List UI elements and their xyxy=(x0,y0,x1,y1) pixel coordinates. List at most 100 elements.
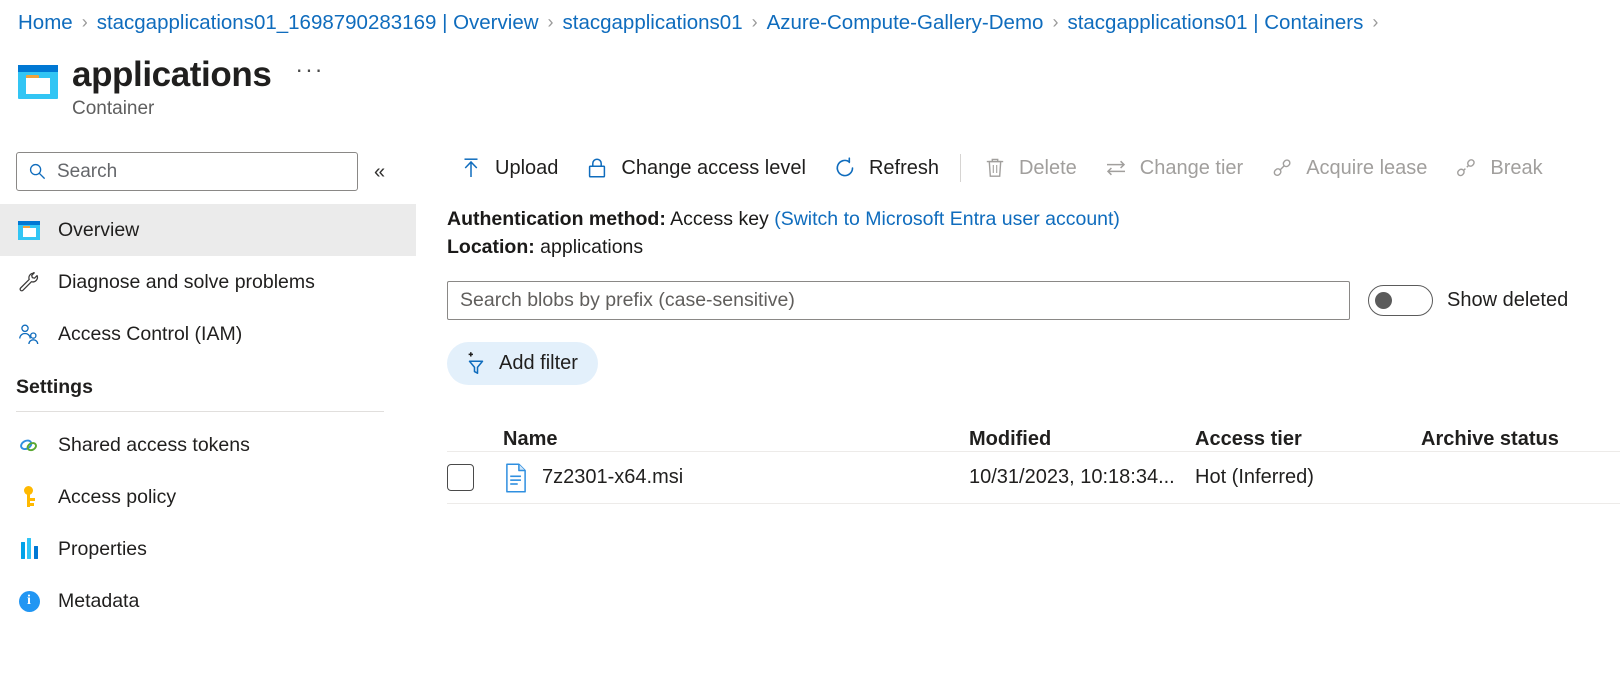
sidebar-section-title: Settings xyxy=(16,376,93,398)
breadcrumb-item-containers[interactable]: stacgapplications01 | Containers xyxy=(1067,11,1363,35)
column-header-modified[interactable]: Modified xyxy=(969,428,1195,451)
search-box[interactable] xyxy=(16,152,358,191)
show-deleted-toggle-wrap: Show deleted xyxy=(1368,285,1569,317)
container-icon xyxy=(16,217,42,243)
sidebar-item-label: Access Control (IAM) xyxy=(58,322,243,345)
change-tier-button: Change tier xyxy=(1090,148,1256,188)
authentication-info: Authentication method: Access key (Switc… xyxy=(447,206,1620,261)
trash-icon xyxy=(982,155,1008,181)
toolbar-item-label: Delete xyxy=(1018,156,1077,179)
column-header-access-tier[interactable]: Access tier xyxy=(1195,428,1421,451)
authentication-method-value: Access key xyxy=(670,208,769,230)
toggle-knob xyxy=(1375,292,1392,310)
sidebar: « Overview Diagnose and solve problems xyxy=(0,152,416,627)
breadcrumb-separator-trailing: › xyxy=(1372,11,1379,32)
break-lease-button: Break xyxy=(1440,148,1555,188)
link-rings-icon xyxy=(16,432,42,458)
breadcrumb-item-resource-group[interactable]: Azure-Compute-Gallery-Demo xyxy=(767,11,1044,35)
delete-button: Delete xyxy=(969,148,1090,188)
command-toolbar: Upload Change access level Refresh Delet… xyxy=(447,146,1620,190)
blob-search-box[interactable] xyxy=(447,281,1350,321)
key-icon xyxy=(16,484,42,510)
breadcrumb-separator: › xyxy=(751,11,758,32)
page-subtitle: Container xyxy=(72,97,155,119)
blob-name: 7z2301-x64.msi xyxy=(542,466,684,489)
blob-filter-row: Show deleted xyxy=(447,281,1620,321)
main-content: Upload Change access level Refresh Delet… xyxy=(447,146,1620,505)
file-document-icon xyxy=(506,463,526,493)
sidebar-nav-list: Overview Diagnose and solve problems Acc… xyxy=(0,204,416,360)
toolbar-divider xyxy=(959,154,961,182)
breadcrumb-item-storage-overview[interactable]: stacgapplications01_1698790283169 | Over… xyxy=(97,11,539,35)
location-value: applications xyxy=(540,235,644,258)
add-filter-button[interactable]: Add filter xyxy=(447,342,598,386)
sidebar-section-settings: Settings xyxy=(0,376,416,412)
toolbar-item-label: Acquire lease xyxy=(1306,156,1428,179)
column-header-name[interactable]: Name xyxy=(503,428,969,451)
toolbar-item-label: Upload xyxy=(495,156,559,179)
breadcrumb-item-home[interactable]: Home xyxy=(18,11,73,35)
refresh-icon xyxy=(832,155,858,181)
breadcrumb-separator: › xyxy=(81,11,88,32)
sidebar-section-divider xyxy=(16,411,384,412)
blob-search-input[interactable] xyxy=(458,285,1339,316)
info-circle-icon: i xyxy=(16,588,42,614)
upload-arrow-icon xyxy=(458,155,484,181)
table-row[interactable]: 7z2301-x64.msi 10/31/2023, 10:18:34... H… xyxy=(447,451,1620,503)
plug-icon xyxy=(1269,155,1295,181)
breadcrumb: Home › stacgapplications01_1698790283169… xyxy=(18,10,1387,36)
breadcrumb-separator: › xyxy=(547,11,554,32)
properties-bars-icon xyxy=(16,536,42,562)
table-header: Name Modified Access tier Archive status xyxy=(447,415,1620,451)
sidebar-item-overview[interactable]: Overview xyxy=(0,204,416,256)
show-deleted-toggle[interactable] xyxy=(1368,285,1433,317)
sidebar-item-shared-access-tokens[interactable]: Shared access tokens xyxy=(0,419,416,471)
funnel-plus-icon xyxy=(468,352,484,374)
page-title: applications xyxy=(72,55,272,94)
page-header: applications ··· Container xyxy=(18,55,324,120)
sidebar-settings-list: Shared access tokens Access policy Prope… xyxy=(0,419,416,627)
switch-to-entra-link[interactable]: (Switch to Microsoft Entra user account) xyxy=(774,208,1120,230)
sidebar-item-label: Properties xyxy=(58,537,147,560)
show-deleted-label: Show deleted xyxy=(1447,289,1569,312)
search-input[interactable] xyxy=(55,156,325,187)
swap-arrows-icon xyxy=(1103,155,1129,181)
authentication-method-label: Authentication method: xyxy=(447,208,666,230)
toolbar-item-label: Change access level xyxy=(621,156,806,179)
toolbar-item-label: Break xyxy=(1490,156,1543,179)
broken-plug-icon xyxy=(1453,155,1479,181)
sidebar-item-metadata[interactable]: i Metadata xyxy=(0,575,416,627)
sidebar-item-label: Shared access tokens xyxy=(58,433,250,456)
toolbar-item-label: Refresh xyxy=(868,156,939,179)
sidebar-item-access-policy[interactable]: Access policy xyxy=(0,471,416,523)
location-row: Location: applications xyxy=(447,234,1620,262)
sidebar-search-row: « xyxy=(0,152,416,191)
cell-modified: 10/31/2023, 10:18:34... xyxy=(969,466,1175,489)
breadcrumb-item-storage-account[interactable]: stacgapplications01 xyxy=(563,11,743,35)
column-header-archive-status[interactable]: Archive status xyxy=(1421,428,1620,451)
row-checkbox[interactable] xyxy=(447,464,474,492)
row-select-cell xyxy=(447,464,503,492)
wrench-icon xyxy=(16,269,42,295)
change-access-level-button[interactable]: Change access level xyxy=(571,148,819,188)
breadcrumb-separator: › xyxy=(1052,11,1059,32)
authentication-method-row: Authentication method: Access key (Switc… xyxy=(447,206,1620,234)
sidebar-item-properties[interactable]: Properties xyxy=(0,523,416,575)
container-icon xyxy=(18,65,58,99)
sidebar-item-label: Access policy xyxy=(58,485,177,508)
collapse-sidebar-button[interactable]: « xyxy=(374,162,385,182)
cell-access-tier: Hot (Inferred) xyxy=(1195,466,1314,489)
add-filter-label: Add filter xyxy=(499,352,578,375)
blob-table: Name Modified Access tier Archive status xyxy=(447,415,1620,505)
add-filter-row: Add filter xyxy=(447,342,1620,386)
people-icon xyxy=(16,321,42,347)
refresh-button[interactable]: Refresh xyxy=(819,148,952,188)
azure-blob-container-page: Home › stacgapplications01_1698790283169… xyxy=(0,0,1620,685)
search-icon xyxy=(29,163,46,180)
more-options-button[interactable]: ··· xyxy=(295,56,324,83)
cell-name: 7z2301-x64.msi xyxy=(503,463,969,493)
sidebar-item-diagnose[interactable]: Diagnose and solve problems xyxy=(0,256,416,308)
sidebar-item-access-control[interactable]: Access Control (IAM) xyxy=(0,308,416,360)
lock-icon xyxy=(584,155,610,181)
upload-button[interactable]: Upload xyxy=(447,148,571,188)
